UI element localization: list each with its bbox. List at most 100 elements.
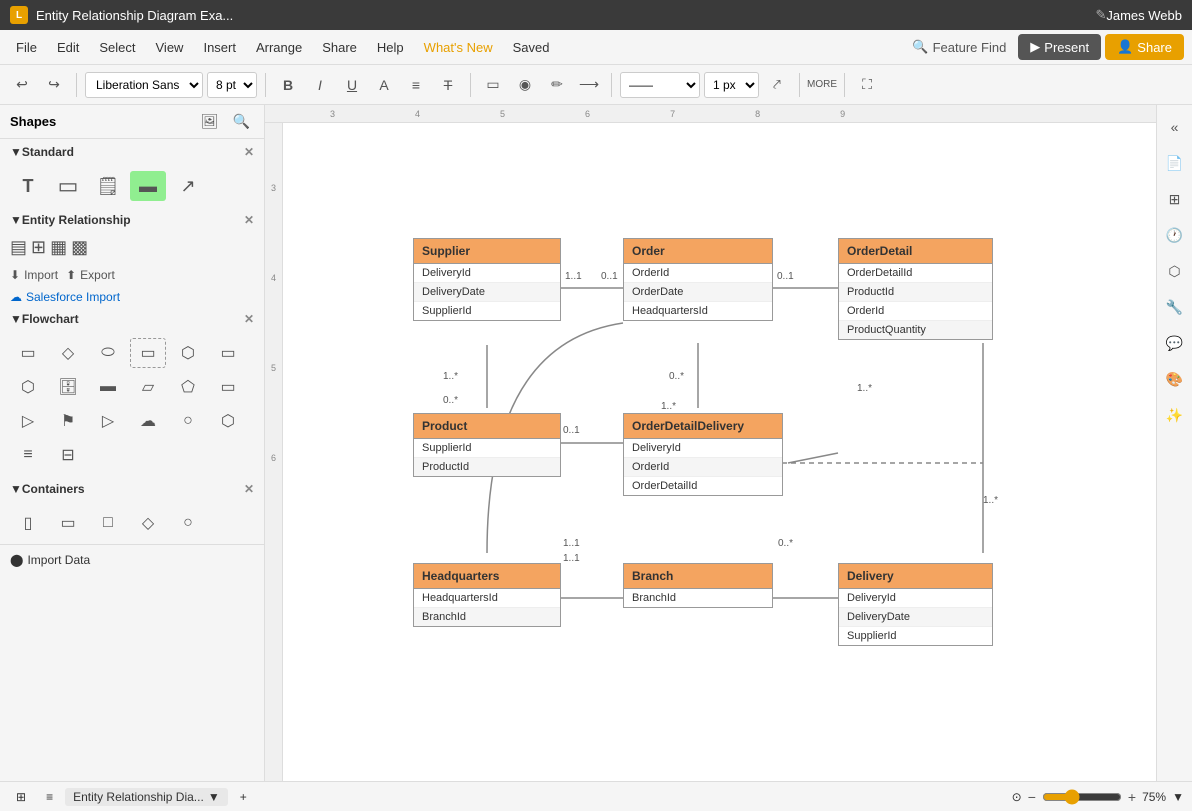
fc-dashed-rect[interactable]: ▭	[130, 338, 166, 368]
close-flowchart-icon[interactable]: ✕	[244, 312, 254, 326]
menu-whats-new[interactable]: What's New	[416, 36, 501, 59]
section-flowchart[interactable]: ▼ Flowchart ✕	[0, 306, 264, 332]
line-width-select[interactable]: 1 px	[704, 72, 759, 98]
table-icon[interactable]: ⊞	[1161, 185, 1189, 213]
connection-button[interactable]: ⟶	[575, 71, 603, 99]
clock-icon[interactable]: 🕐	[1161, 221, 1189, 249]
fc-shield[interactable]: ⬡	[210, 406, 246, 436]
text-shape[interactable]: T	[10, 171, 46, 201]
er-shape-3[interactable]: ▦	[50, 237, 67, 258]
font-color-button[interactable]: A	[370, 71, 398, 99]
fc-rounded2[interactable]: ▭	[210, 372, 246, 402]
shapes-search-icon[interactable]: 🔍	[229, 111, 254, 132]
entity-orderdetaildelivery[interactable]: OrderDetailDelivery DeliveryId OrderId O…	[623, 413, 783, 496]
strikethrough-button[interactable]: T	[434, 71, 462, 99]
fullscreen-button[interactable]: ⛶	[853, 71, 881, 99]
entity-product[interactable]: Product SupplierId ProductId	[413, 413, 561, 477]
close-containers-icon[interactable]: ✕	[244, 482, 254, 496]
line-color-button[interactable]: ✏	[543, 71, 571, 99]
fc-trapez[interactable]: ⬠	[170, 372, 206, 402]
menu-help[interactable]: Help	[369, 36, 412, 59]
menu-view[interactable]: View	[148, 36, 192, 59]
current-tab[interactable]: Entity Relationship Dia... ▼	[65, 788, 228, 806]
chat-icon[interactable]: 💬	[1161, 329, 1189, 357]
layers-icon[interactable]: ⬡	[1161, 257, 1189, 285]
entity-orderdetail[interactable]: OrderDetail OrderDetailId ProductId Orde…	[838, 238, 993, 340]
list-view-btn[interactable]: ≡	[38, 788, 61, 806]
redo-button[interactable]: ↪	[40, 71, 68, 99]
er-shape-4[interactable]: ▩	[71, 237, 88, 258]
fc-cylinder[interactable]: 🗄	[50, 372, 86, 402]
rect-shape[interactable]: ▭	[50, 171, 86, 201]
fc-list2[interactable]: ⊟	[50, 440, 86, 470]
fc-circle[interactable]: ○	[170, 406, 206, 436]
entity-branch[interactable]: Branch BranchId	[623, 563, 773, 608]
entity-headquarters[interactable]: Headquarters HeadquartersId BranchId	[413, 563, 561, 627]
fc-cloud[interactable]: ☁	[130, 406, 166, 436]
fc-diamond[interactable]: ◇	[50, 338, 86, 368]
section-standard[interactable]: ▼ Standard ✕	[0, 139, 264, 165]
cont-diamond[interactable]: ◇	[130, 508, 166, 538]
zoom-out-button[interactable]: −	[1028, 789, 1036, 805]
close-er-icon[interactable]: ✕	[244, 213, 254, 227]
share-button[interactable]: 👤 Share	[1105, 34, 1184, 60]
fc-arrow[interactable]: ▷	[90, 406, 126, 436]
table-shape[interactable]: ▬	[130, 171, 166, 201]
entity-supplier[interactable]: Supplier DeliveryId DeliveryDate Supplie…	[413, 238, 561, 321]
fc-list[interactable]: ≡	[10, 440, 46, 470]
menu-insert[interactable]: Insert	[195, 36, 244, 59]
close-standard-icon[interactable]: ✕	[244, 145, 254, 159]
pages-icon[interactable]: 📄	[1161, 149, 1189, 177]
fc-rounded[interactable]: ▭	[210, 338, 246, 368]
italic-button[interactable]: I	[306, 71, 334, 99]
er-shape-1[interactable]: ▤	[10, 237, 27, 258]
shapes-image-icon[interactable]: 🖼	[197, 111, 223, 132]
fill-button[interactable]: ▭	[479, 71, 507, 99]
connector-type-button[interactable]: ⤤	[763, 71, 791, 99]
menu-arrange[interactable]: Arrange	[248, 36, 310, 59]
tools-icon[interactable]: 🔧	[1161, 293, 1189, 321]
palette-icon[interactable]: 🎨	[1161, 365, 1189, 393]
undo-button[interactable]: ↩	[8, 71, 36, 99]
cont-ellipse[interactable]: ○	[170, 508, 206, 538]
er-shape-2[interactable]: ⊞	[31, 237, 46, 258]
bold-button[interactable]: B	[274, 71, 302, 99]
fc-double[interactable]: ▬	[90, 372, 126, 402]
feature-find-btn[interactable]: 🔍 Feature Find	[904, 35, 1014, 59]
fc-round[interactable]: ⬭	[90, 338, 126, 368]
font-family-select[interactable]: Liberation Sans	[85, 72, 203, 98]
collapse-right-icon[interactable]: «	[1161, 113, 1189, 141]
canvas-area[interactable]: 3 4 5 6 7 8 9 3 4 5 6	[265, 105, 1156, 781]
fc-parallel[interactable]: ▱	[130, 372, 166, 402]
shape-fill-button[interactable]: ◉	[511, 71, 539, 99]
fc-angled[interactable]: ⬡	[170, 338, 206, 368]
fc-delay[interactable]: ▷	[10, 406, 46, 436]
arrow-shape[interactable]: ↗	[170, 171, 206, 201]
underline-button[interactable]: U	[338, 71, 366, 99]
menu-file[interactable]: File	[8, 36, 45, 59]
cont-horizontal[interactable]: ▭	[50, 508, 86, 538]
magic-icon[interactable]: ✨	[1161, 401, 1189, 429]
present-button[interactable]: ▶ Present	[1018, 34, 1101, 60]
align-button[interactable]: ≡	[402, 71, 430, 99]
diagram-canvas[interactable]: 1..1 0..1 0..1 0..1 1..* 1..* 0..* 1..* …	[283, 123, 1156, 781]
cont-vertical[interactable]: ▯	[10, 508, 46, 538]
line-style-select[interactable]: ——	[620, 72, 700, 98]
salesforce-import-button[interactable]: ☁ Salesforce Import	[0, 288, 264, 306]
zoom-slider[interactable]	[1042, 789, 1122, 805]
note-shape[interactable]: 🗒	[90, 171, 126, 201]
zoom-dropdown-icon[interactable]: ▼	[1172, 790, 1184, 804]
add-tab-btn[interactable]: +	[232, 788, 255, 806]
font-size-select[interactable]: 8 pt 10 pt 12 pt	[207, 72, 257, 98]
import-data-button[interactable]: ⬤ Import Data	[0, 544, 264, 575]
entity-order[interactable]: Order OrderId OrderDate HeadquartersId	[623, 238, 773, 321]
section-containers[interactable]: ▼ Containers ✕	[0, 476, 264, 502]
menu-edit[interactable]: Edit	[49, 36, 87, 59]
entity-delivery[interactable]: Delivery DeliveryId DeliveryDate Supplie…	[838, 563, 993, 646]
menu-select[interactable]: Select	[91, 36, 143, 59]
fc-flag[interactable]: ⚑	[50, 406, 86, 436]
fc-hex[interactable]: ⬡	[10, 372, 46, 402]
grid-view-btn[interactable]: ⊞	[8, 788, 34, 806]
export-button[interactable]: ⬆ Export	[66, 268, 115, 282]
cont-rect[interactable]: □	[90, 508, 126, 538]
